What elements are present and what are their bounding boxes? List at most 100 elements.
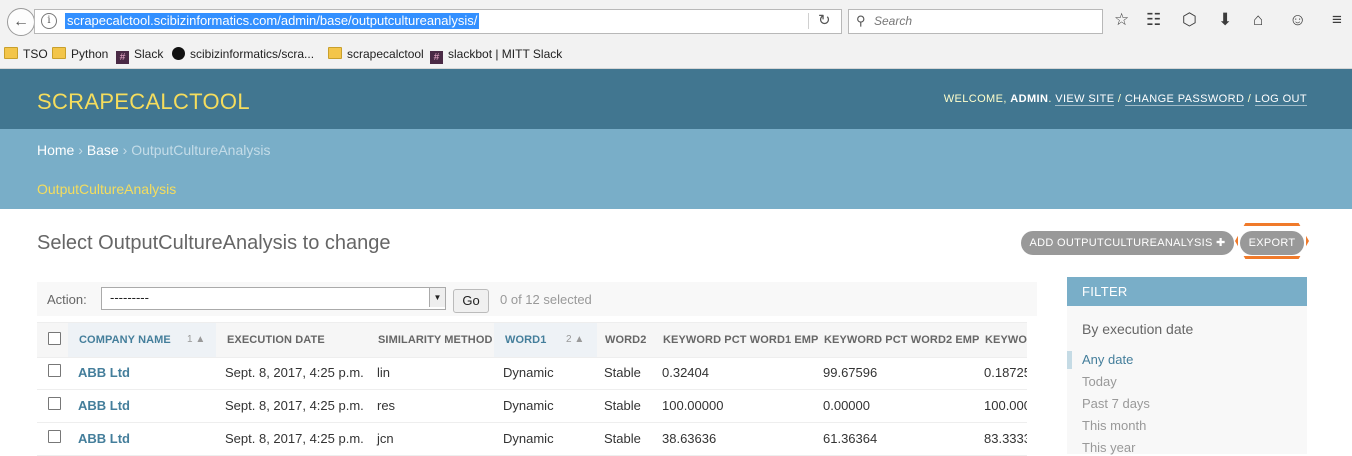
reading-list-icon[interactable]: ☷ [1146, 9, 1161, 31]
bookmark-python[interactable]: Python [52, 47, 108, 61]
bookmark-github[interactable]: scibizinformatics/scra... [172, 47, 314, 61]
home-icon[interactable]: ⌂ [1253, 9, 1263, 31]
selected-count: 0 of 12 selected [500, 292, 592, 307]
filter-option-today[interactable]: Today [1082, 374, 1117, 389]
column-execution-date[interactable]: EXECUTION DATE [227, 334, 325, 346]
keyword-truncated-cell: 0.18725 [984, 365, 1027, 380]
column-word2[interactable]: WORD2 [605, 334, 646, 346]
actions-bar: Action: --------- ▼ Go 0 of 12 selected [37, 282, 1037, 316]
execution-date-cell: Sept. 8, 2017, 4:25 p.m. [225, 365, 364, 380]
column-keyword-pct-word2-emp[interactable]: KEYWORD PCT WORD2 EMP [824, 334, 980, 346]
user-tools: WELCOME, ADMIN. VIEW SITE / CHANGE PASSW… [943, 93, 1307, 106]
column-company-name[interactable]: COMPANY NAME [79, 334, 171, 346]
keyword-truncated-cell: 83.3333 [984, 431, 1027, 446]
bookmarks-toolbar: TSO Python # Slack scibizinformatics/scra… [0, 42, 1352, 69]
browser-search-input[interactable]: ⚲ Search [848, 9, 1103, 34]
reload-icon[interactable]: ↻ [818, 11, 831, 29]
breadcrumb-current: OutputCultureAnalysis [131, 142, 271, 158]
word2-cell: Stable [604, 398, 641, 413]
filter-option-past-7-days[interactable]: Past 7 days [1082, 396, 1150, 411]
log-out-link[interactable]: LOG OUT [1254, 93, 1307, 106]
address-bar[interactable]: i scrapecalctool.scibizinformatics.com/a… [34, 9, 842, 34]
folder-icon [52, 47, 66, 59]
row-checkbox[interactable] [48, 430, 61, 443]
github-icon [172, 47, 185, 60]
row-checkbox[interactable] [48, 364, 61, 377]
bookmark-slack[interactable]: # Slack [116, 47, 163, 64]
word1-cell: Dynamic [503, 431, 554, 446]
word1-cell: Dynamic [503, 398, 554, 413]
keyword-pct-word2-cell: 0.00000 [823, 398, 870, 413]
change-password-link[interactable]: CHANGE PASSWORD [1124, 93, 1245, 106]
folder-icon [4, 47, 18, 59]
smiley-icon[interactable]: ☺ [1289, 9, 1306, 31]
breadcrumb-base[interactable]: Base [87, 142, 119, 158]
table-header: COMPANY NAME 1 ▲ EXECUTION DATE SIMILARI… [37, 322, 1027, 358]
info-icon[interactable]: i [41, 13, 57, 29]
search-placeholder: Search [874, 14, 913, 28]
browser-toolbar: ← i scrapecalctool.scibizinformatics.com… [0, 0, 1352, 42]
action-label: Action: [47, 292, 87, 307]
pocket-icon[interactable]: ⬡ [1182, 9, 1197, 31]
slack-icon: # [116, 51, 129, 64]
bookmark-tso[interactable]: TSO [4, 47, 48, 61]
search-icon: ⚲ [856, 13, 866, 28]
dropdown-arrow-icon[interactable]: ▼ [429, 288, 445, 307]
action-select[interactable]: --------- ▼ [101, 287, 446, 310]
select-all-checkbox[interactable] [48, 332, 61, 345]
filter-subtitle: By execution date [1082, 321, 1194, 337]
export-button[interactable]: EXPORT [1240, 231, 1304, 255]
execution-date-cell: Sept. 8, 2017, 4:25 p.m. [225, 398, 364, 413]
site-name[interactable]: SCRAPECALCTOOL [37, 89, 250, 115]
sort-priority-1[interactable]: 1 ▲ [187, 334, 205, 345]
filter-option-this-year[interactable]: This year [1082, 440, 1135, 455]
add-outputcultureanalysis-button[interactable]: ADD OUTPUTCULTUREANALYSIS ✚ [1021, 231, 1234, 255]
filter-option-this-month[interactable]: This month [1082, 418, 1146, 433]
model-nav: OutputCultureAnalysis [0, 169, 1352, 209]
hamburger-menu-icon[interactable]: ≡ [1332, 9, 1342, 31]
url-text[interactable]: scrapecalctool.scibizinformatics.com/adm… [65, 13, 480, 29]
similarity-method-cell: res [377, 398, 396, 413]
column-similarity-method[interactable]: SIMILARITY METHOD [378, 334, 493, 346]
filter-selected-marker [1067, 351, 1072, 369]
keyword-pct-word1-cell: 0.32404 [662, 365, 709, 380]
page-title: Select OutputCultureAnalysis to change [37, 232, 391, 254]
column-keyword-pct-word1-emp[interactable]: KEYWORD PCT WORD1 EMP [663, 334, 819, 346]
go-button[interactable]: Go [453, 289, 489, 313]
action-select-value: --------- [110, 290, 149, 305]
similarity-method-cell: jcn [377, 431, 394, 446]
table-row: ABB Ltd Sept. 8, 2017, 4:25 p.m. res Dyn… [37, 389, 1027, 423]
bookmark-slackbot[interactable]: # slackbot | MITT Slack [430, 47, 562, 64]
word2-cell: Stable [604, 365, 641, 380]
keyword-truncated-cell: 100.000 [984, 398, 1027, 413]
plus-icon: ✚ [1215, 237, 1226, 249]
filter-title: FILTER [1067, 277, 1307, 306]
filter-option-any-date[interactable]: Any date [1082, 352, 1133, 367]
admin-header: SCRAPECALCTOOL WELCOME, ADMIN. VIEW SITE… [0, 69, 1352, 129]
bookmark-scrapecalctool[interactable]: scrapecalctool [328, 47, 424, 61]
keyword-pct-word2-cell: 61.36364 [823, 431, 878, 446]
similarity-method-cell: lin [377, 365, 391, 380]
company-name-link[interactable]: ABB Ltd [78, 365, 130, 380]
execution-date-cell: Sept. 8, 2017, 4:25 p.m. [225, 431, 364, 446]
username: ADMIN [1010, 93, 1049, 105]
word1-cell: Dynamic [503, 365, 554, 380]
model-link[interactable]: OutputCultureAnalysis [37, 181, 176, 197]
table-row: ABB Ltd Sept. 8, 2017, 4:25 p.m. lin Dyn… [37, 356, 1027, 390]
company-name-link[interactable]: ABB Ltd [78, 431, 130, 446]
back-arrow-icon[interactable]: ← [7, 8, 35, 36]
table-row: ABB Ltd Sept. 8, 2017, 4:25 p.m. jcn Dyn… [37, 422, 1027, 456]
bookmark-star-icon[interactable]: ☆ [1114, 9, 1129, 31]
row-checkbox[interactable] [48, 397, 61, 410]
keyword-pct-word1-cell: 38.63636 [662, 431, 717, 446]
breadcrumb-home[interactable]: Home [37, 142, 74, 158]
download-icon[interactable]: ⬇ [1218, 9, 1232, 31]
column-keyword-truncated[interactable]: KEYWOR [985, 334, 1027, 346]
column-word1[interactable]: WORD1 [505, 334, 546, 346]
word2-cell: Stable [604, 431, 641, 446]
sort-priority-2[interactable]: 2 ▲ [566, 334, 584, 345]
view-site-link[interactable]: VIEW SITE [1055, 93, 1115, 106]
company-name-link[interactable]: ABB Ltd [78, 398, 130, 413]
breadcrumb: Home › Base › OutputCultureAnalysis [0, 129, 1352, 169]
filter-panel: FILTER By execution date Any date Today … [1067, 277, 1307, 455]
